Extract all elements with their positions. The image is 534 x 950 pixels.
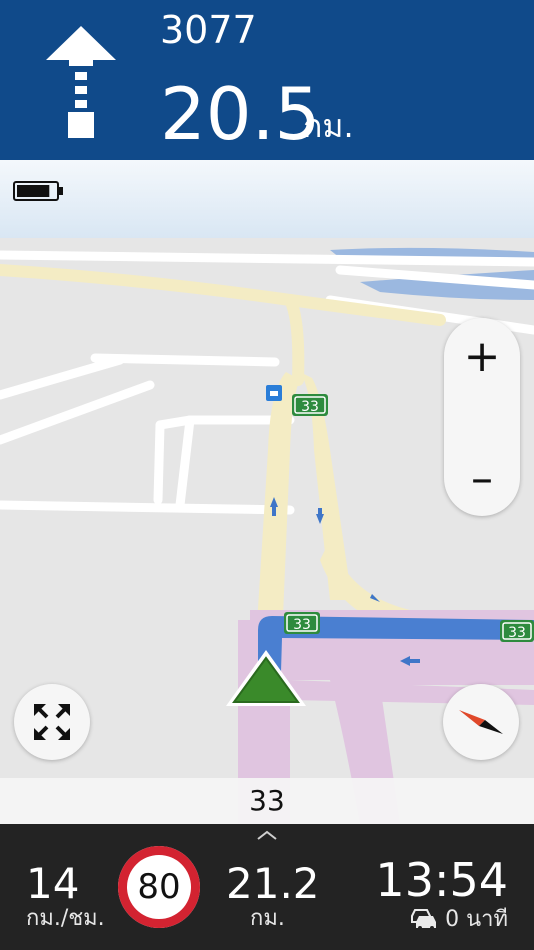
road-shield: 33 — [500, 620, 534, 642]
distance-to-maneuver: 20.5 — [160, 72, 321, 156]
distance-unit: กม. — [303, 107, 354, 145]
road-shield: 33 — [292, 394, 328, 416]
expand-arrows-icon — [34, 704, 70, 740]
svg-text:33: 33 — [508, 625, 526, 641]
battery-icon — [13, 181, 63, 201]
speed-limit-sign: 80 — [118, 846, 200, 928]
chevron-up-icon[interactable] — [255, 828, 279, 842]
zoom-control: + – — [444, 318, 520, 516]
arrival-time: 13:54 — [375, 853, 508, 907]
maneuver-panel: 3077 20.5 กม. — [0, 0, 534, 160]
straight-arrow-icon — [46, 26, 116, 138]
trip-info-bar[interactable]: 14 กม./ชม. 80 21.2 กม. 13:54 0 นาที — [0, 824, 534, 950]
remaining-distance: 21.2 — [226, 859, 320, 908]
car-service-icon[interactable] — [266, 385, 282, 401]
current-speed: 14 — [26, 859, 80, 908]
traffic-delay-text: 0 นาที — [445, 906, 508, 932]
compass-button[interactable] — [443, 684, 519, 760]
road-shield: 33 — [284, 612, 320, 634]
zoom-out-button[interactable]: – — [444, 440, 520, 516]
zoom-in-button[interactable]: + — [444, 318, 520, 394]
current-street-bar: 33 — [0, 778, 534, 824]
compass-icon — [459, 710, 503, 734]
remaining-distance-unit: กม. — [250, 906, 285, 931]
svg-text:33: 33 — [301, 399, 319, 415]
next-road-number: 3077 — [160, 8, 257, 52]
fullscreen-button[interactable] — [14, 684, 90, 760]
sky — [0, 160, 534, 240]
svg-text:33: 33 — [293, 617, 311, 633]
traffic-cars-icon — [411, 909, 437, 930]
traffic-delay: 0 นาที — [407, 904, 508, 932]
speed-unit: กม./ชม. — [26, 906, 105, 931]
current-street-name: 33 — [249, 784, 285, 817]
